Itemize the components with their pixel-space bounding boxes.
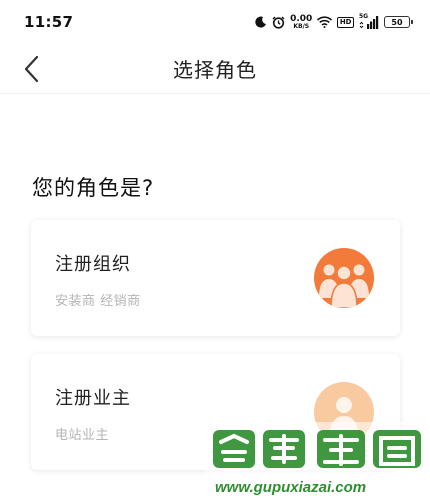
wifi-icon (317, 16, 333, 28)
network-speed-unit: KB/S (293, 22, 310, 30)
moon-icon (255, 16, 267, 28)
group-icon (314, 248, 374, 308)
role-title: 注册组织 (55, 254, 131, 275)
alarm-icon (272, 16, 285, 29)
cellular-signal: 5G (359, 13, 379, 29)
signal-bars-icon (359, 16, 379, 29)
nav-bar: 选择角色 (0, 44, 430, 94)
status-bar: 11:57 0.00 KB/S HD 5G 50 (0, 0, 430, 44)
hd-badge: HD (337, 16, 354, 28)
role-card-organization[interactable]: 注册组织 安装商 经销商 (31, 220, 400, 336)
svg-text:www.gupuxiazai.com: www.gupuxiazai.com (215, 479, 366, 496)
battery-indicator: 50 (384, 16, 413, 28)
role-title: 注册业主 (55, 388, 131, 409)
battery-level: 50 (391, 17, 403, 27)
network-speed: 0.00 KB/S (290, 14, 312, 30)
watermark-logo: www.gupuxiazai.com (205, 422, 430, 500)
status-icons: 0.00 KB/S HD 5G 50 (255, 13, 413, 30)
role-question: 您的角色是? (32, 176, 155, 200)
page-title: 选择角色 (173, 58, 257, 82)
role-subtitle: 电站业主 (55, 428, 110, 443)
role-subtitle: 安装商 经销商 (55, 294, 141, 309)
status-time: 11:57 (24, 13, 74, 31)
